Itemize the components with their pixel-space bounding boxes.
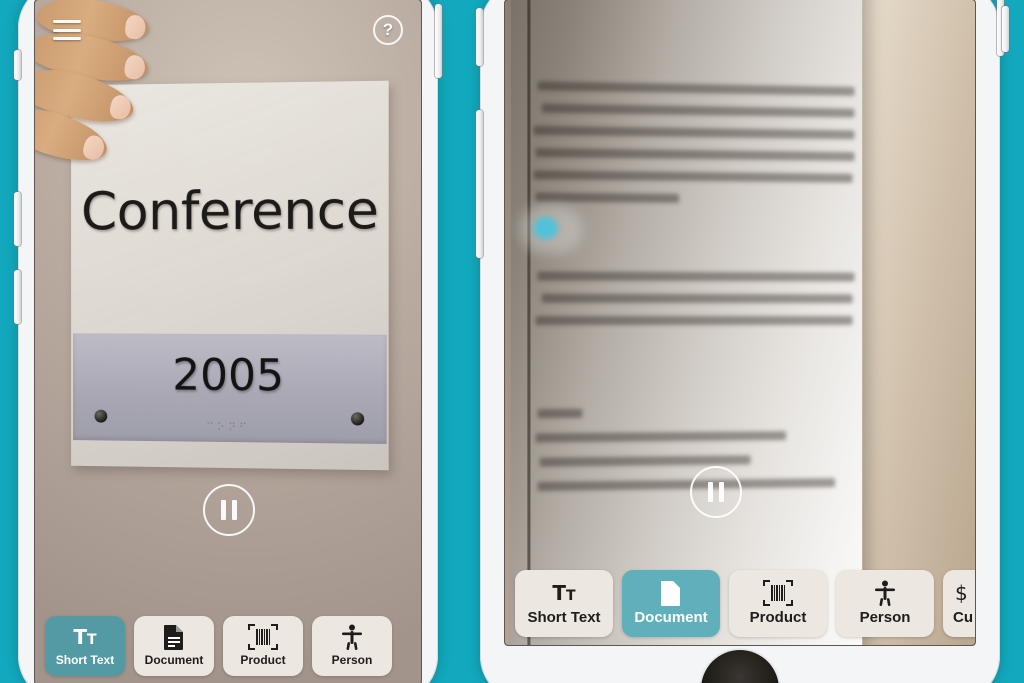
svg-text:$: $ <box>955 581 968 605</box>
doc-text-line <box>533 125 855 140</box>
doc-text-line <box>539 455 751 467</box>
mode-button-document[interactable]: Document <box>622 570 720 637</box>
pause-icon-bar-2 <box>719 482 724 502</box>
mode-button-cu[interactable]: $ Cu <box>943 570 975 637</box>
mode-button-label: Product <box>749 609 807 626</box>
person-icon <box>875 580 895 606</box>
person-icon <box>342 624 362 650</box>
mode-button-person[interactable]: Person <box>836 570 934 637</box>
doc-text-line <box>535 315 853 326</box>
sign-braille-text: ⠉⠕⠝⠋ <box>205 421 251 435</box>
pause-icon-bar-1 <box>221 500 226 520</box>
barcode-icon-wrap <box>737 580 819 606</box>
volume-down-button[interactable] <box>14 270 21 324</box>
currency-icon-wrap: $ <box>953 580 975 606</box>
right-phone-screen: TT Short Text Document Product Person $ Cu <box>505 0 975 645</box>
mode-button-label: Document <box>144 653 204 667</box>
volume-buttons-right-phone[interactable] <box>476 110 483 258</box>
doc-text-line <box>535 192 680 203</box>
mode-button-label: Document <box>634 609 708 626</box>
doc-text-line <box>535 148 855 162</box>
text-size-icon: TT <box>73 625 97 649</box>
doc-text-line <box>541 103 855 118</box>
power-button-left-phone[interactable] <box>435 4 442 78</box>
doc-text-line <box>537 271 855 282</box>
mode-button-label: Cu <box>953 609 973 626</box>
pause-icon-bar-2 <box>232 500 237 520</box>
document-icon-wrap <box>630 580 712 606</box>
doc-text-line <box>537 81 855 96</box>
barcode-icon <box>248 624 278 650</box>
scan-indicator-dot <box>533 216 558 240</box>
sign-number-plate: 2005 ⠉⠕⠝⠋ <box>73 333 387 444</box>
mode-button-label: Short Text <box>55 653 115 667</box>
document-icon-wrap <box>142 624 206 650</box>
doc-text-line <box>541 293 853 304</box>
document-icon <box>661 581 680 606</box>
scanned-document-page <box>511 0 863 645</box>
left-camera-viewfinder[interactable]: Conference 2005 ⠉⠕⠝⠋ ? TT Short Text Doc… <box>35 0 421 683</box>
currency-icon: $ <box>955 581 968 605</box>
doc-text-line <box>537 478 835 492</box>
mode-button-short-text[interactable]: TT Short Text <box>515 570 613 637</box>
sign-text: Conference <box>80 179 379 243</box>
door-sign: Conference 2005 ⠉⠕⠝⠋ <box>71 80 389 471</box>
text-size-icon-wrap: TT <box>523 580 605 606</box>
pause-icon-bar-1 <box>708 482 713 502</box>
home-button[interactable] <box>701 650 779 683</box>
doc-text-line <box>535 431 787 443</box>
person-icon-wrap <box>844 580 926 606</box>
mode-button-product[interactable]: Product <box>223 616 303 676</box>
text-size-icon: TT <box>552 581 576 605</box>
mode-button-label: Person <box>859 609 911 626</box>
ringer-switch[interactable] <box>14 50 21 80</box>
left-phone-topbar: ? <box>35 0 421 60</box>
mode-button-label: Short Text <box>527 609 601 626</box>
doc-text-line <box>537 408 583 419</box>
left-mode-selector-bar: TT Short Text Document Product Person <box>35 616 421 683</box>
pause-capture-button[interactable] <box>203 484 255 536</box>
screenshot-canvas: Conference 2005 ⠉⠕⠝⠋ ? TT Short Text Doc… <box>0 0 1024 683</box>
mode-button-document[interactable]: Document <box>134 616 214 676</box>
mode-button-person[interactable]: Person <box>312 616 392 676</box>
mode-button-short-text[interactable]: TT Short Text <box>45 616 125 676</box>
doc-text-line <box>533 170 853 183</box>
background-device-power-button[interactable] <box>1002 6 1009 52</box>
barcode-icon-wrap <box>231 624 295 650</box>
document-icon <box>164 625 183 650</box>
text-size-icon-wrap: TT <box>53 624 117 650</box>
volume-up-button[interactable] <box>14 192 21 246</box>
ringer-switch-right-phone[interactable] <box>476 8 483 66</box>
left-phone-screen: Conference 2005 ⠉⠕⠝⠋ ? TT Short Text Doc… <box>35 0 421 683</box>
mode-button-label: Person <box>331 653 373 667</box>
help-circle-icon[interactable]: ? <box>373 15 403 45</box>
barcode-icon <box>763 580 793 606</box>
right-mode-selector-bar: TT Short Text Document Product Person $ Cu <box>505 570 975 645</box>
mode-button-label: Product <box>240 653 286 667</box>
right-camera-viewfinder[interactable]: TT Short Text Document Product Person $ Cu <box>505 0 975 645</box>
sign-number: 2005 <box>172 349 285 402</box>
hamburger-menu-icon[interactable] <box>53 20 81 40</box>
right-phone-device: TT Short Text Document Product Person $ Cu <box>476 0 1004 683</box>
mode-button-product[interactable]: Product <box>729 570 827 637</box>
left-phone-device: Conference 2005 ⠉⠕⠝⠋ ? TT Short Text Doc… <box>14 0 442 683</box>
pause-capture-button[interactable] <box>690 466 742 518</box>
person-icon-wrap <box>320 624 384 650</box>
